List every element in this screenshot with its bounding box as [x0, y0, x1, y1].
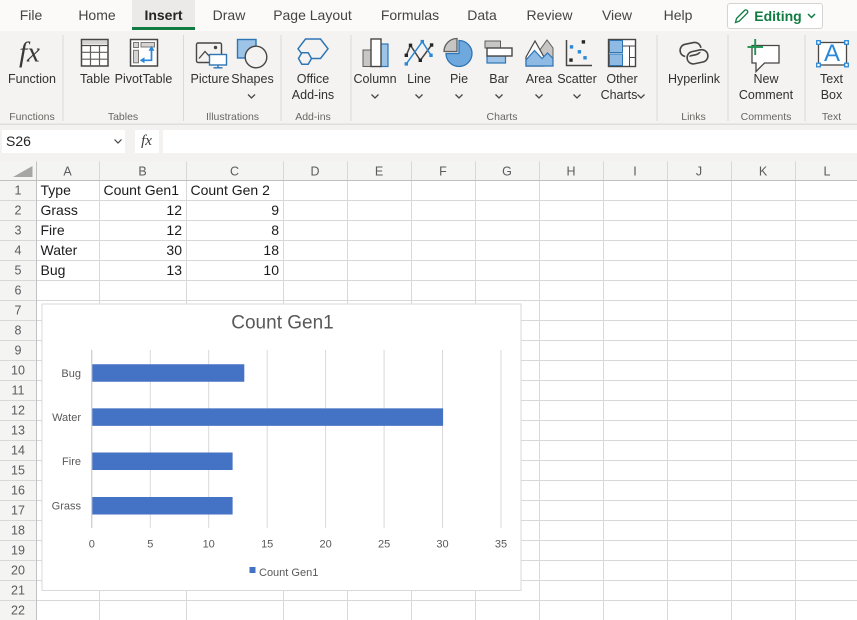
svg-text:Water: Water: [41, 242, 78, 258]
svg-text:13: 13: [166, 262, 182, 278]
svg-text:12: 12: [11, 404, 25, 418]
svg-text:30: 30: [166, 242, 182, 258]
svg-text:22: 22: [11, 604, 25, 618]
svg-text:25: 25: [378, 539, 390, 551]
svg-text:Charts: Charts: [487, 111, 518, 123]
svg-text:Fire: Fire: [41, 222, 65, 238]
svg-text:15: 15: [11, 464, 25, 478]
svg-text:12: 12: [166, 222, 182, 238]
svg-text:9: 9: [271, 202, 279, 218]
svg-text:20: 20: [319, 539, 331, 551]
svg-text:35: 35: [495, 539, 507, 551]
svg-text:18: 18: [263, 242, 279, 258]
svg-text:Add-ins: Add-ins: [295, 111, 331, 123]
svg-text:8: 8: [271, 222, 279, 238]
svg-text:4: 4: [15, 244, 22, 258]
svg-text:G: G: [502, 165, 512, 179]
svg-text:18: 18: [11, 524, 25, 538]
svg-text:0: 0: [89, 539, 95, 551]
svg-text:Box: Box: [821, 88, 843, 102]
svg-text:21: 21: [11, 584, 25, 598]
svg-text:12: 12: [166, 202, 182, 218]
svg-text:Line: Line: [407, 72, 431, 86]
svg-text:1: 1: [15, 184, 22, 198]
svg-text:Grass: Grass: [41, 202, 78, 218]
svg-text:30: 30: [436, 539, 448, 551]
svg-text:3: 3: [15, 224, 22, 238]
svg-text:10: 10: [203, 539, 215, 551]
svg-text:17: 17: [11, 504, 25, 518]
svg-text:New: New: [753, 72, 779, 86]
svg-text:Count Gen1: Count Gen1: [231, 313, 333, 334]
svg-text:Tables: Tables: [108, 111, 138, 123]
svg-text:Area: Area: [526, 72, 552, 86]
svg-text:F: F: [439, 165, 447, 179]
svg-text:Pie: Pie: [450, 72, 468, 86]
svg-text:15: 15: [261, 539, 273, 551]
svg-text:J: J: [696, 165, 702, 179]
svg-text:Shapes: Shapes: [231, 72, 273, 86]
svg-text:10: 10: [11, 364, 25, 378]
svg-text:I: I: [633, 165, 636, 179]
svg-text:Water: Water: [52, 412, 81, 424]
svg-text:A: A: [63, 165, 72, 179]
svg-text:Office: Office: [297, 72, 329, 86]
svg-text:11: 11: [12, 384, 25, 398]
svg-text:Links: Links: [681, 111, 706, 123]
svg-text:Count Gen 2: Count Gen 2: [191, 182, 271, 198]
svg-text:2: 2: [15, 204, 22, 218]
svg-text:Hyperlink: Hyperlink: [668, 72, 721, 86]
svg-text:14: 14: [11, 444, 25, 458]
svg-text:Count Gen1: Count Gen1: [259, 567, 318, 579]
svg-text:Column: Column: [353, 72, 396, 86]
svg-text:Text: Text: [820, 72, 843, 86]
svg-text:5: 5: [15, 264, 22, 278]
svg-text:A: A: [824, 40, 840, 67]
svg-text:Scatter: Scatter: [557, 72, 597, 86]
svg-text:Comments: Comments: [741, 111, 792, 123]
svg-text:Type: Type: [41, 182, 72, 198]
svg-text:Function: Function: [8, 72, 56, 86]
svg-text:Functions: Functions: [9, 111, 55, 123]
svg-text:D: D: [310, 165, 319, 179]
svg-text:Grass: Grass: [52, 501, 82, 513]
svg-text:19: 19: [11, 544, 25, 558]
svg-text:Table: Table: [80, 72, 110, 86]
svg-text:Bug: Bug: [61, 368, 81, 380]
svg-text:13: 13: [11, 424, 25, 438]
svg-text:10: 10: [263, 262, 279, 278]
svg-text:7: 7: [15, 304, 22, 318]
svg-text:Illustrations: Illustrations: [206, 111, 259, 123]
svg-text:PivotTable: PivotTable: [115, 72, 173, 86]
svg-text:Count Gen1: Count Gen1: [104, 182, 180, 198]
svg-text:fx: fx: [19, 37, 40, 69]
svg-text:Bar: Bar: [489, 72, 508, 86]
svg-text:Add-ins: Add-ins: [292, 88, 334, 102]
svg-text:8: 8: [15, 324, 22, 338]
svg-text:C: C: [230, 165, 239, 179]
svg-text:20: 20: [11, 564, 25, 578]
svg-text:Bug: Bug: [41, 262, 66, 278]
svg-text:6: 6: [15, 284, 22, 298]
svg-text:9: 9: [15, 344, 22, 358]
svg-text:E: E: [375, 165, 383, 179]
svg-text:K: K: [759, 165, 768, 179]
svg-text:Picture: Picture: [191, 72, 230, 86]
svg-text:Fire: Fire: [62, 456, 81, 468]
svg-text:L: L: [824, 165, 831, 179]
svg-text:Text: Text: [822, 111, 841, 123]
svg-text:Comment: Comment: [739, 88, 794, 102]
svg-text:Charts: Charts: [601, 88, 638, 102]
svg-text:5: 5: [147, 539, 153, 551]
svg-text:16: 16: [11, 484, 25, 498]
svg-text:Other: Other: [606, 72, 637, 86]
svg-text:B: B: [138, 165, 146, 179]
svg-text:H: H: [566, 165, 575, 179]
